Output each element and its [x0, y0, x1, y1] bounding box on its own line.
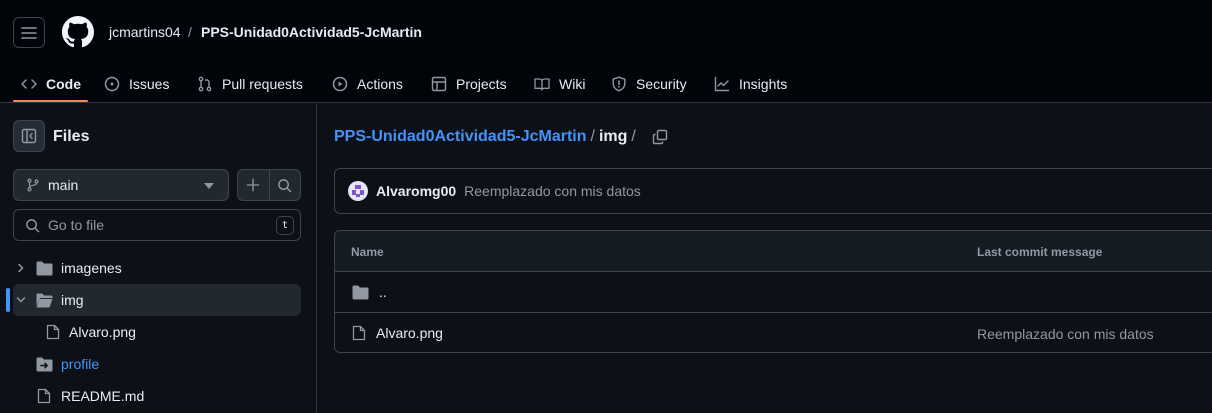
identicon-icon	[352, 185, 364, 197]
play-icon	[332, 76, 348, 91]
active-tab-underline	[13, 100, 88, 102]
tab-pull-requests[interactable]: Pull requests	[197, 64, 303, 103]
graph-icon	[714, 76, 730, 91]
table-row-parent[interactable]: ..	[335, 272, 1212, 312]
file-submodule-icon	[36, 357, 53, 372]
tree-item-readme[interactable]: README.md	[13, 380, 301, 412]
repo-header: jcmartins04 / PPS-Unidad0Actividad5-JcMa…	[0, 0, 1212, 103]
owner-repo-separator: /	[188, 24, 192, 40]
commit-message-link[interactable]: Reemplazado con mis datos	[464, 183, 641, 199]
tab-wiki[interactable]: Wiki	[534, 64, 585, 103]
add-file-button[interactable]	[238, 170, 269, 200]
tree-item-profile[interactable]: profile	[13, 348, 301, 380]
github-logo-icon[interactable]	[62, 16, 94, 48]
tree-item-label: imagenes	[61, 260, 122, 276]
book-icon	[534, 77, 550, 91]
parent-directory-cell: ..	[352, 284, 387, 300]
tab-projects[interactable]: Projects	[431, 64, 507, 103]
tab-issues[interactable]: Issues	[104, 64, 169, 103]
tree-item-label: img	[61, 292, 84, 308]
breadcrumb-separator: /	[590, 128, 595, 145]
breadcrumb-repo-link[interactable]: PPS-Unidad0Actividad5-JcMartin	[334, 128, 587, 146]
tab-label: Code	[46, 75, 81, 92]
triangle-down-icon	[204, 183, 214, 189]
chevron-down-icon	[13, 295, 29, 305]
tab-label: Pull requests	[222, 75, 303, 92]
tree-item-label: Alvaro.png	[69, 324, 136, 340]
copy-icon	[652, 129, 668, 145]
selected-indicator	[6, 288, 10, 312]
file-name-cell: Alvaro.png	[352, 325, 443, 341]
tree-item-imagenes[interactable]: imagenes	[13, 252, 301, 284]
table-row[interactable]: Alvaro.png Reemplazado con mis datos	[335, 312, 1212, 352]
table-icon	[431, 76, 447, 91]
go-to-file-input[interactable]: Go to file t	[13, 209, 301, 241]
files-heading: Files	[53, 128, 90, 145]
tab-label: Wiki	[559, 75, 586, 92]
issue-opened-icon	[104, 76, 120, 91]
breadcrumb-current-folder: img	[598, 128, 628, 145]
tab-label: Actions	[357, 75, 403, 92]
go-to-file-placeholder: Go to file	[48, 217, 105, 233]
tab-actions[interactable]: Actions	[332, 64, 403, 103]
search-code-button[interactable]	[268, 170, 300, 200]
tab-code[interactable]: Code	[21, 64, 81, 103]
tab-security[interactable]: Security	[611, 64, 687, 103]
file-name-link[interactable]: Alvaro.png	[376, 325, 443, 341]
parent-directory-link[interactable]: ..	[379, 284, 387, 300]
table-header: Name Last commit message	[335, 231, 1212, 272]
tree-item-img[interactable]: img	[13, 284, 301, 316]
git-pull-request-icon	[198, 76, 212, 91]
tree-item-alvaro-png[interactable]: Alvaro.png	[13, 316, 301, 348]
file-tree-sidebar: Files main Go to file t imagenes img Alv…	[0, 104, 317, 413]
commit-message-link[interactable]: Reemplazado con mis datos	[977, 326, 1154, 342]
breadcrumb-separator: /	[631, 128, 636, 145]
top-bar: jcmartins04 / PPS-Unidad0Actividad5-JcMa…	[0, 0, 1212, 64]
tree-item-label: README.md	[61, 388, 145, 404]
main-content: PPS-Unidad0Actividad5-JcMartin / img / A…	[318, 104, 1212, 413]
sidebar-collapse-icon	[21, 128, 37, 144]
tree-actions	[237, 169, 301, 201]
tab-label: Security	[636, 75, 687, 92]
search-icon	[26, 218, 40, 232]
plus-icon	[247, 178, 260, 192]
tab-label: Insights	[739, 75, 788, 92]
column-header-name: Name	[351, 245, 384, 259]
tab-label: Projects	[456, 75, 507, 92]
repo-tabs: Code Issues Pull requests Actions Projec…	[0, 64, 1212, 103]
latest-commit-box: Alvaromg00 Reemplazado con mis datos	[334, 168, 1212, 214]
column-header-last-commit: Last commit message	[977, 245, 1103, 259]
file-icon	[37, 388, 51, 404]
chevron-right-icon	[13, 263, 29, 273]
file-icon	[46, 324, 60, 340]
commit-author-link[interactable]: Alvaromg00	[376, 183, 456, 199]
keyboard-shortcut-hint: t	[276, 216, 294, 235]
code-icon	[21, 78, 37, 89]
repo-name-link[interactable]: PPS-Unidad0Actividad5-JcMartin	[201, 24, 422, 40]
hamburger-menu-button[interactable]	[13, 17, 45, 48]
folder-icon	[36, 261, 53, 276]
collapse-sidebar-button[interactable]	[13, 120, 45, 152]
breadcrumb: PPS-Unidad0Actividad5-JcMartin / img /	[334, 128, 668, 146]
shield-icon	[612, 76, 626, 91]
git-branch-icon	[27, 178, 39, 192]
file-table: Name Last commit message .. Alvaro.png R…	[334, 230, 1212, 353]
tab-label: Issues	[129, 75, 170, 92]
folder-open-icon	[36, 293, 53, 308]
branch-name: main	[48, 177, 79, 193]
repo-owner-link[interactable]: jcmartins04	[109, 24, 181, 40]
search-icon	[278, 178, 292, 192]
tab-insights[interactable]: Insights	[714, 64, 787, 103]
avatar[interactable]	[348, 181, 368, 201]
tree-item-label: profile	[61, 356, 100, 372]
folder-icon	[352, 285, 369, 299]
copy-path-button[interactable]	[652, 129, 668, 145]
branch-selector-button[interactable]: main	[13, 169, 229, 201]
file-icon	[352, 325, 366, 341]
hamburger-icon	[21, 26, 37, 39]
